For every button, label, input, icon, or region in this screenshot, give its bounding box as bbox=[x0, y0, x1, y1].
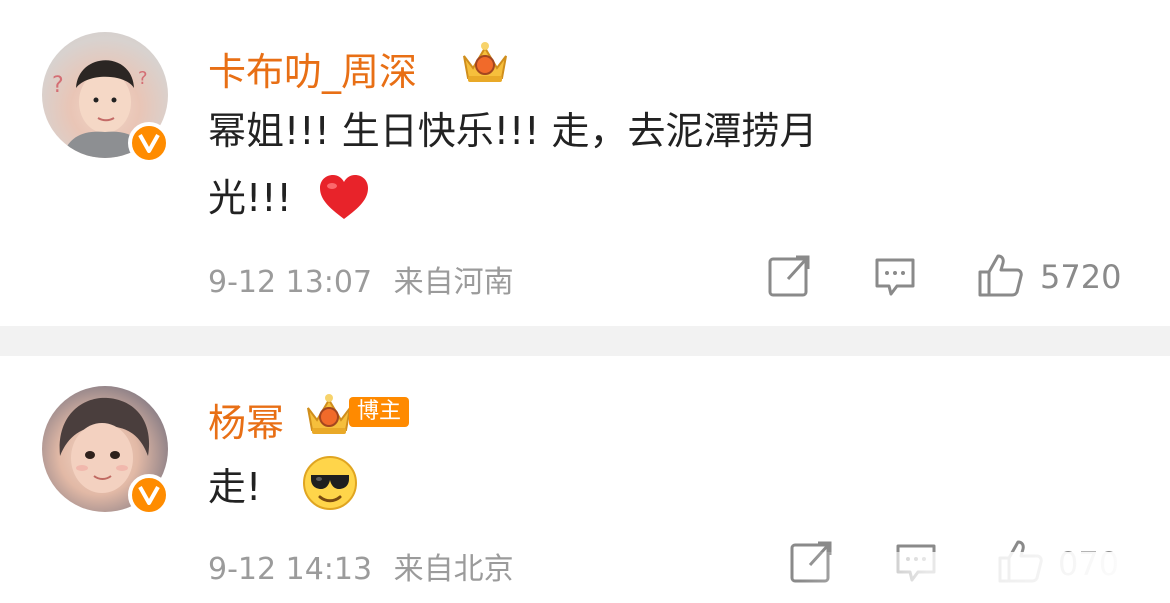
comment-item-1: ? ? 卡布叻_周深 幂姐!!! 生日快乐!!! 走，去泥潭捞月 光!!! 9-… bbox=[0, 0, 1170, 326]
location: 来自河南 bbox=[393, 265, 514, 300]
comment-content: 走! bbox=[208, 454, 359, 529]
like-count: 5720 bbox=[1040, 258, 1122, 296]
verified-icon bbox=[128, 122, 170, 164]
comment-content-continued: 光!!! bbox=[208, 168, 372, 238]
divider bbox=[0, 326, 1170, 356]
svg-text:?: ? bbox=[138, 68, 148, 89]
comment-meta: 9-12 14:13 来自北京 bbox=[208, 544, 514, 588]
like-icon[interactable] bbox=[976, 252, 1024, 302]
comment-content: 幂姐!!! 生日快乐!!! 走，去泥潭捞月 bbox=[208, 109, 818, 153]
blogger-badge: 博主 bbox=[349, 397, 410, 427]
username[interactable]: 杨幂 bbox=[208, 392, 284, 447]
comment-icon[interactable] bbox=[873, 256, 917, 302]
share-icon[interactable] bbox=[768, 255, 812, 301]
crown-icon[interactable] bbox=[458, 38, 512, 90]
sunglasses-emoji bbox=[301, 454, 359, 529]
location: 来自北京 bbox=[393, 552, 514, 587]
crown-icon[interactable] bbox=[302, 390, 356, 442]
watermark bbox=[800, 552, 1160, 596]
svg-text:?: ? bbox=[52, 73, 64, 98]
timestamp: 9-12 13:07 bbox=[208, 265, 373, 300]
username[interactable]: 卡布叻_周深 bbox=[208, 41, 417, 96]
verified-icon bbox=[128, 474, 170, 516]
heart-emoji bbox=[316, 173, 372, 238]
comment-meta: 9-12 13:07 来自河南 bbox=[208, 257, 514, 301]
timestamp: 9-12 14:13 bbox=[208, 552, 373, 587]
